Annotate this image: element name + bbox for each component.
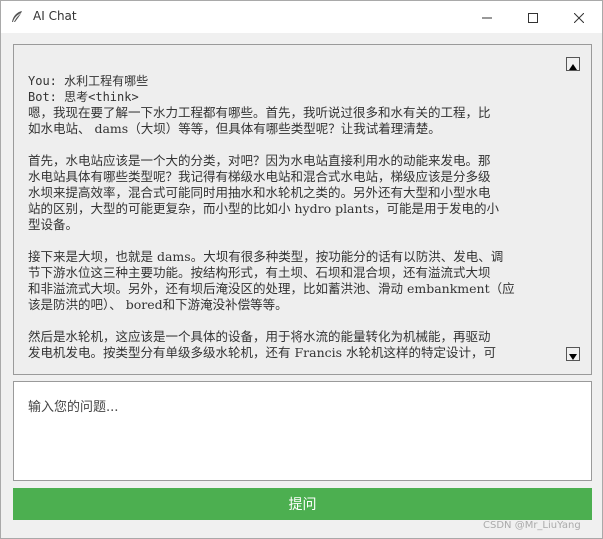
- maximize-icon: [528, 8, 538, 27]
- input-placeholder: 输入您的问题...: [28, 400, 119, 415]
- ask-button[interactable]: 提问: [13, 488, 592, 520]
- close-icon: [573, 8, 585, 27]
- minimize-button[interactable]: [464, 1, 510, 33]
- triangle-down-icon: [569, 345, 577, 364]
- title-bar[interactable]: AI Chat: [1, 1, 602, 33]
- question-input[interactable]: 输入您的问题...: [13, 381, 592, 481]
- triangle-up-icon: [569, 55, 577, 74]
- minimize-icon: [482, 8, 492, 27]
- chat-history[interactable]: You: 水利工程有哪些 Bot: 思考<think> 嗯，我现在要了解一下水力…: [13, 44, 592, 375]
- app-window: AI Chat You: 水利工程有哪些 Bot: 思考<think> 嗯，我现…: [0, 0, 603, 539]
- bot-paragraph: 首先，水电站应该是一个大的分类，对吧？因为水电站直接利用水的动能来发电。那 水电…: [28, 153, 500, 232]
- watermark: CSDN @Mr_LiuYang: [483, 520, 581, 531]
- feather-icon: [9, 9, 25, 25]
- window-title: AI Chat: [33, 9, 77, 23]
- bot-paragraph: 嗯，我现在要了解一下水力工程都有哪些。首先，我听说过很多和水有关的工程，比 如水…: [28, 105, 491, 136]
- user-message: You: 水利工程有哪些: [28, 74, 149, 88]
- bot-paragraph: 然后是水轮机，这应该是一个具体的设备，用于将水流的能量转化为机械能，再驱动 发电…: [28, 329, 497, 360]
- maximize-button[interactable]: [510, 1, 556, 33]
- chat-content: You: 水利工程有哪些 Bot: 思考<think> 嗯，我现在要了解一下水力…: [28, 73, 560, 374]
- scroll-up-button[interactable]: [566, 57, 580, 71]
- bot-message-header: Bot: 思考<think>: [28, 90, 139, 104]
- bot-paragraph: 接下来是大坝，也就是 dams。大坝有很多种类型，按功能分的话有以防洪、发电、调…: [28, 249, 515, 312]
- close-button[interactable]: [556, 1, 602, 33]
- scroll-down-button[interactable]: [566, 347, 580, 361]
